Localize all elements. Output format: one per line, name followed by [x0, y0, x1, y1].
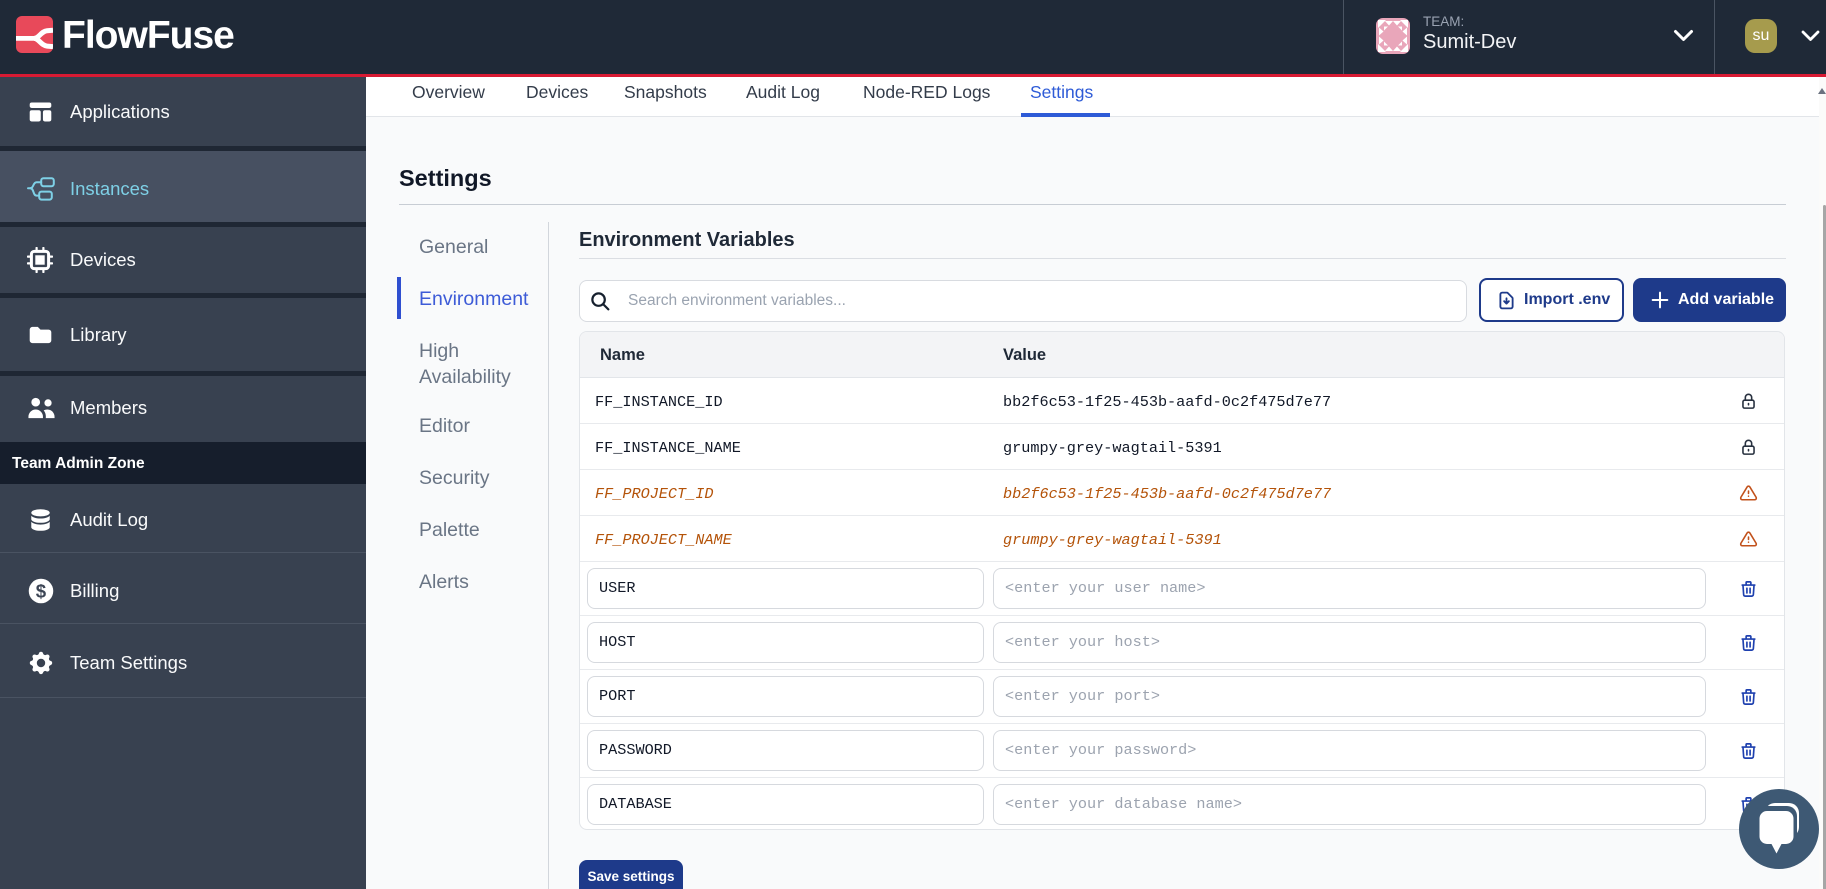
svg-text:$: $ — [36, 581, 47, 602]
